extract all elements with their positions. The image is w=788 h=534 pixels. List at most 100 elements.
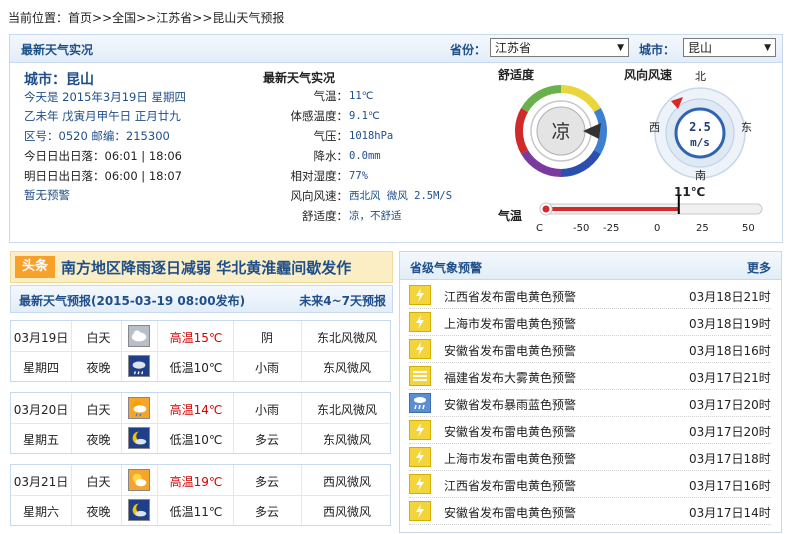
live-key: 气温：: [313, 89, 349, 103]
chevron-down-icon: ▼: [764, 43, 771, 53]
live-row: 气温： 11℃: [263, 89, 483, 103]
alert-item[interactable]: 安徽省发布雷电黄色预警 03月17日20时: [409, 417, 771, 444]
chevron-down-icon: ▼: [617, 43, 624, 53]
temp-tick-label: -25: [603, 223, 620, 234]
alert-text[interactable]: 安徽省发布雷电黄色预警: [444, 342, 576, 359]
cloudy-night-icon: [128, 499, 150, 521]
forecast-period: 夜晚: [86, 433, 111, 447]
alert-item[interactable]: 福建省发布大雾黄色预警 03月17日21时: [409, 363, 771, 390]
alert-item[interactable]: 安徽省发布暴雨蓝色预警 03月17日20时: [409, 390, 771, 417]
forecast-date: 03月20日: [13, 403, 69, 417]
alert-text[interactable]: 江西省发布雷电黄色预警: [444, 477, 576, 494]
city-select[interactable]: 昆山 ▼: [683, 38, 776, 57]
alert-item[interactable]: 安徽省发布雷电黄色预警 03月17日14时: [409, 498, 771, 525]
today-date: 今天是 2015年3月19日 星期四: [24, 90, 187, 104]
forecast-night-row: 星期六 夜晚 低温11℃ 多云 西风微风: [11, 495, 390, 525]
alert-date: 03月17日14时: [689, 506, 771, 520]
forecast-title: 最新天气预报(2015-03-19 08:00发布): [19, 294, 246, 308]
forecast-weather: 阴: [260, 331, 273, 345]
panel-title: 最新天气实况: [21, 43, 94, 57]
warning-status[interactable]: 暂无预警: [24, 188, 70, 202]
alert-date: 03月17日18时: [689, 452, 771, 466]
forecast-period: 白天: [86, 403, 111, 417]
forecast-day: 03月20日 白天 高温14℃ 小雨 东北风微风 星期五 夜晚 低温10℃ 多云 东风微风: [10, 392, 391, 454]
sun-tomorrow: 明日日出日落：06:00 | 18:07: [24, 169, 182, 183]
live-row: 降水： 0.0mm: [263, 149, 483, 163]
temp-tick-label: 0: [654, 223, 661, 234]
temp-tick-label: C: [536, 223, 543, 234]
forecast-wind: 东北风微风: [316, 403, 377, 417]
live-row: 风向风速： 西北风 微风 2.5M/S: [263, 189, 483, 203]
alerts-more-link[interactable]: 更多: [747, 259, 771, 276]
live-key: 降水：: [313, 149, 349, 163]
lunar-date: 乙未年 戊寅月甲午日 正月廿九: [24, 109, 181, 123]
forecast-temp: 高温15℃: [169, 331, 223, 345]
alert-item[interactable]: 安徽省发布雷电黄色预警 03月18日16时: [409, 336, 771, 363]
province-select[interactable]: 江苏省 ▼: [490, 38, 629, 57]
rain-night-icon: [128, 355, 150, 377]
lightning-yellow-icon: [409, 339, 431, 359]
rain-day-icon: [128, 397, 150, 419]
alerts-header: 省级气象预警 更多: [400, 252, 781, 280]
live-key: 舒适度：: [302, 209, 348, 223]
alert-text[interactable]: 安徽省发布暴雨蓝色预警: [444, 396, 576, 413]
headline-text[interactable]: 南方地区降雨逐日减弱 华北黄淮霾间歇发作: [61, 257, 351, 278]
forecast-more-link[interactable]: 未来4~7天预报: [299, 292, 386, 309]
live-value: 西北风 微风 2.5M/S: [349, 190, 453, 202]
alert-item[interactable]: 江西省发布雷电黄色预警 03月18日21时: [409, 282, 771, 309]
forecast-weather: 小雨: [254, 361, 279, 375]
breadcrumb-current: 昆山天气预报: [212, 11, 285, 25]
lightning-yellow-icon: [409, 285, 431, 305]
forecast-header: 最新天气预报(2015-03-19 08:00发布) 未来4~7天预报: [10, 285, 393, 313]
comfort-title: 舒适度: [498, 68, 535, 82]
alert-text[interactable]: 江西省发布雷电黄色预警: [444, 288, 576, 305]
forecast-date: 03月19日: [13, 331, 69, 345]
alerts-title: 省级气象预警: [410, 261, 483, 275]
fog-yellow-icon: [409, 366, 431, 386]
provincial-alerts-panel: 省级气象预警 更多 江西省发布雷电黄色预警 03月18日21时 上海市发布雷电黄色预…: [399, 251, 782, 533]
lightning-yellow-icon: [409, 474, 431, 494]
live-key: 相对湿度：: [290, 169, 349, 183]
alert-date: 03月17日20时: [689, 425, 771, 439]
alert-text[interactable]: 福建省发布大雾黄色预警: [444, 369, 576, 386]
forecast-weekday: 星期四: [22, 361, 59, 375]
alert-text[interactable]: 上海市发布雷电黄色预警: [444, 450, 576, 467]
alert-date: 03月17日21时: [689, 371, 771, 385]
headline-tag: 头条: [15, 256, 55, 278]
live-value: 凉，不舒适: [349, 210, 402, 222]
alert-text[interactable]: 安徽省发布雷电黄色预警: [444, 504, 576, 521]
breadcrumb-province[interactable]: 江苏省: [156, 11, 192, 25]
live-value: 0.0mm: [349, 150, 381, 162]
forecast-day-row: 03月21日 白天 高温19℃ 多云 西风微风: [11, 465, 390, 496]
live-value: 1018hPa: [349, 130, 394, 142]
alert-text[interactable]: 安徽省发布雷电黄色预警: [444, 423, 576, 440]
forecast-day: 03月19日 白天 高温15℃ 阴 东北风微风 星期四 夜晚 低温10℃ 小雨 东风微风: [10, 320, 391, 382]
forecast-night-row: 星期四 夜晚 低温10℃ 小雨 东风微风: [11, 351, 390, 381]
forecast-wind: 东风微风: [322, 361, 371, 375]
city-name: 城市：昆山: [24, 72, 94, 88]
breadcrumb-home[interactable]: 首页: [68, 11, 92, 25]
lightning-yellow-icon: [409, 447, 431, 467]
live-weather-panel: 最新天气实况 省份： 江苏省 ▼ 城市： 昆山 ▼ 城市：昆山 今天是 2015年3…: [9, 34, 783, 243]
alert-date: 03月18日16时: [689, 344, 771, 358]
alert-item[interactable]: 上海市发布雷电黄色预警 03月17日18时: [409, 444, 771, 471]
forecast-period: 夜晚: [86, 361, 111, 375]
live-key: 气压：: [313, 129, 349, 143]
alert-item[interactable]: 江西省发布雷电黄色预警 03月17日16时: [409, 471, 771, 498]
alert-date: 03月17日20时: [689, 398, 771, 412]
alert-item[interactable]: 上海市发布雷电黄色预警 03月18日19时: [409, 309, 771, 336]
forecast-temp: 低温11℃: [169, 505, 223, 519]
forecast-temp: 低温10℃: [169, 433, 223, 447]
headline-banner[interactable]: 头条 南方地区降雨逐日减弱 华北黄淮霾间歇发作: [10, 251, 393, 283]
temp-bar-fill: [548, 207, 679, 211]
forecast-wind: 西风微风: [322, 475, 371, 489]
alert-text[interactable]: 上海市发布雷电黄色预警: [444, 315, 576, 332]
forecast-day-row: 03月20日 白天 高温14℃ 小雨 东北风微风: [11, 393, 390, 424]
compass-south: 南: [695, 169, 706, 182]
live-value: 9.1℃: [349, 110, 380, 122]
breadcrumb-national[interactable]: 全国: [112, 11, 136, 25]
live-row: 相对湿度： 77%: [263, 169, 483, 183]
wind-speed: 2.5: [689, 120, 711, 134]
lightning-yellow-icon: [409, 312, 431, 332]
comfort-gauge: 凉: [515, 84, 607, 178]
